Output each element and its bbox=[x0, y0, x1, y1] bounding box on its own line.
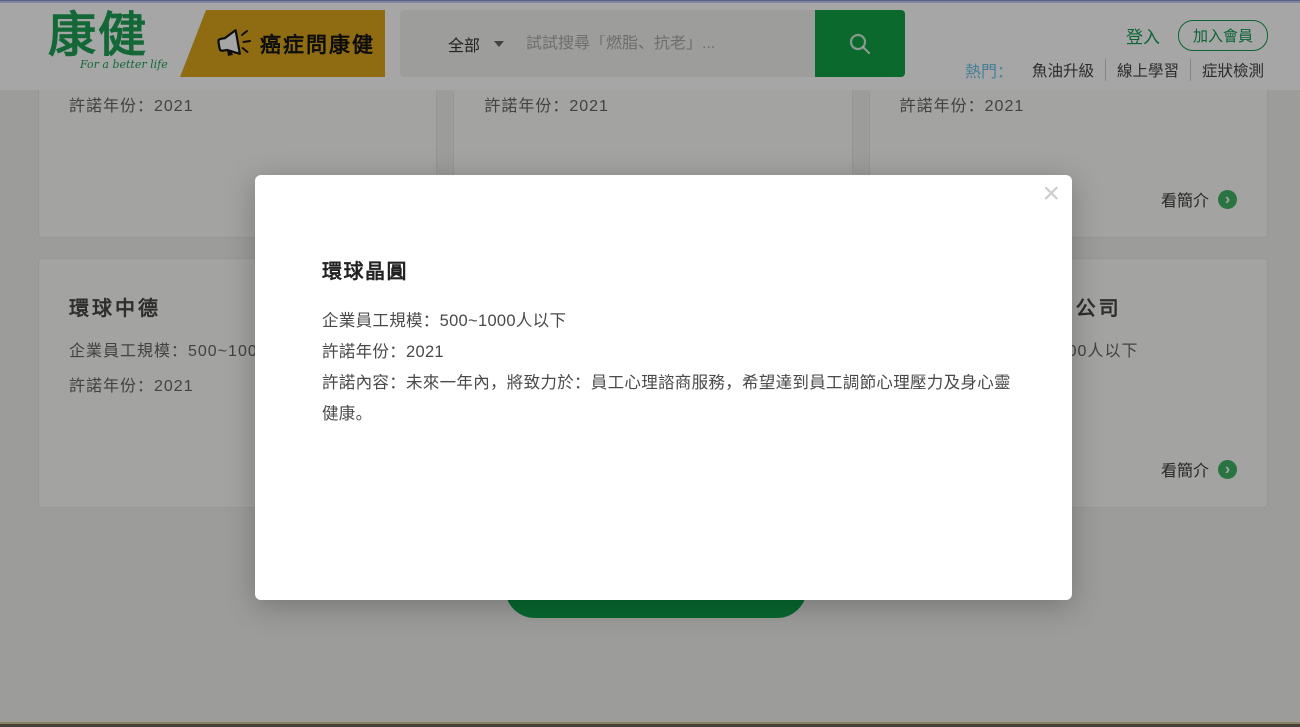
modal-pledge-year: 許諾年份：2021 bbox=[322, 337, 1014, 368]
close-icon[interactable]: × bbox=[1042, 175, 1060, 213]
modal-employee-scale: 企業員工規模：500~1000人以下 bbox=[322, 306, 1014, 337]
modal-body: 企業員工規模：500~1000人以下 許諾年份：2021 許諾內容：未來一年內，… bbox=[322, 306, 1014, 430]
company-detail-modal: × 環球晶圓 企業員工規模：500~1000人以下 許諾年份：2021 許諾內容… bbox=[255, 175, 1072, 600]
modal-pledge-content: 許諾內容：未來一年內，將致力於：員工心理諮商服務，希望達到員工調節心理壓力及身心… bbox=[322, 368, 1014, 430]
modal-title: 環球晶圓 bbox=[322, 255, 1007, 284]
